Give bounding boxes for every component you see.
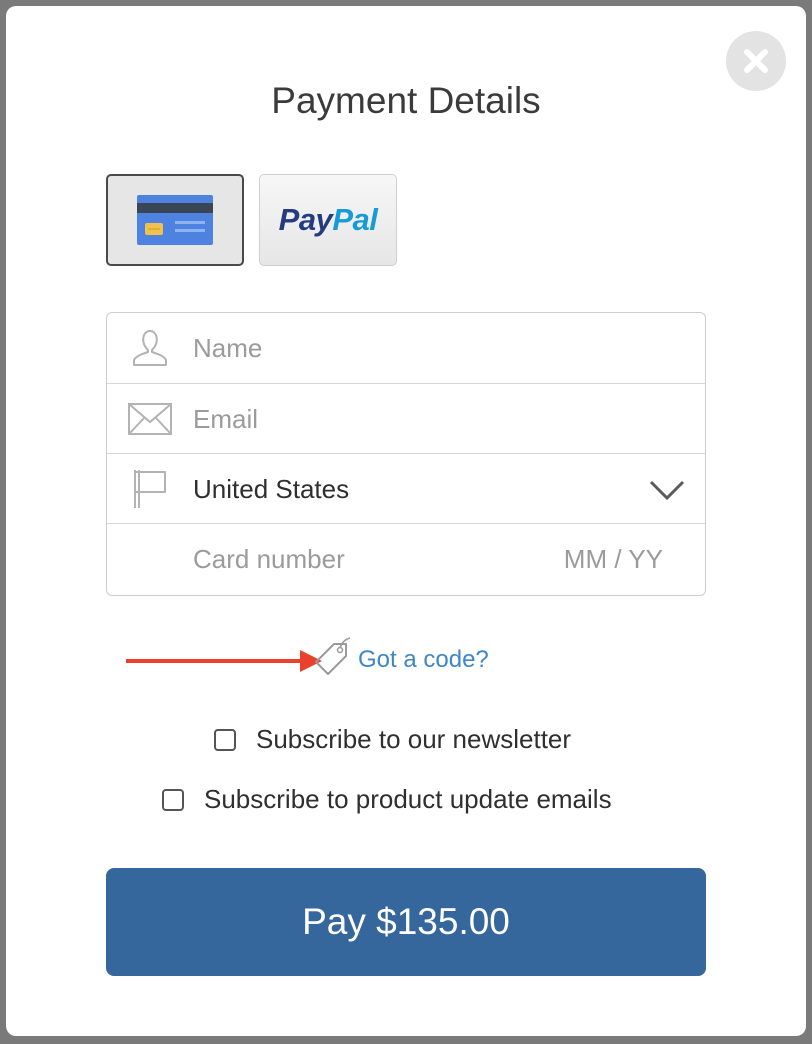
country-value: United States — [193, 474, 350, 504]
paypal-payment-method-button[interactable]: PayPal — [259, 174, 397, 266]
close-icon — [744, 49, 768, 73]
email-field-row — [107, 383, 705, 453]
expiry-input[interactable] — [193, 540, 663, 578]
paypal-logo: PayPal — [279, 202, 378, 238]
product-updates-checkbox[interactable] — [162, 788, 184, 811]
red-arrow-pointer — [126, 650, 322, 672]
email-input[interactable] — [193, 400, 663, 438]
country-select[interactable]: United States — [107, 453, 705, 523]
newsletter-checkbox[interactable] — [214, 728, 236, 751]
name-field-row — [107, 313, 705, 383]
newsletter-option[interactable]: Subscribe to our newsletter — [214, 724, 571, 755]
credit-card-icon — [137, 195, 213, 245]
got-a-code-link[interactable]: Got a code? — [358, 646, 489, 674]
paypal-logo-part1: Pay — [278, 202, 333, 237]
flag-icon — [127, 468, 173, 510]
pay-button[interactable]: Pay $135.00 — [106, 868, 706, 976]
payment-form-fields: United States — [106, 312, 706, 596]
newsletter-label: Subscribe to our newsletter — [256, 724, 572, 754]
product-updates-option[interactable]: Subscribe to product update emails — [162, 784, 612, 815]
paypal-logo-part2: Pal — [332, 202, 378, 237]
tag-icon — [315, 637, 351, 675]
page-title: Payment Details — [271, 80, 541, 121]
user-icon — [127, 327, 173, 369]
envelope-icon — [127, 398, 173, 440]
name-input[interactable] — [193, 329, 663, 367]
chevron-down-icon — [649, 480, 685, 501]
product-updates-label: Subscribe to product update emails — [204, 784, 612, 814]
payment-modal: Payment Details PayPal Name Email United… — [6, 6, 806, 1036]
card-field-row — [107, 523, 705, 593]
card-payment-method-button[interactable] — [106, 174, 244, 266]
